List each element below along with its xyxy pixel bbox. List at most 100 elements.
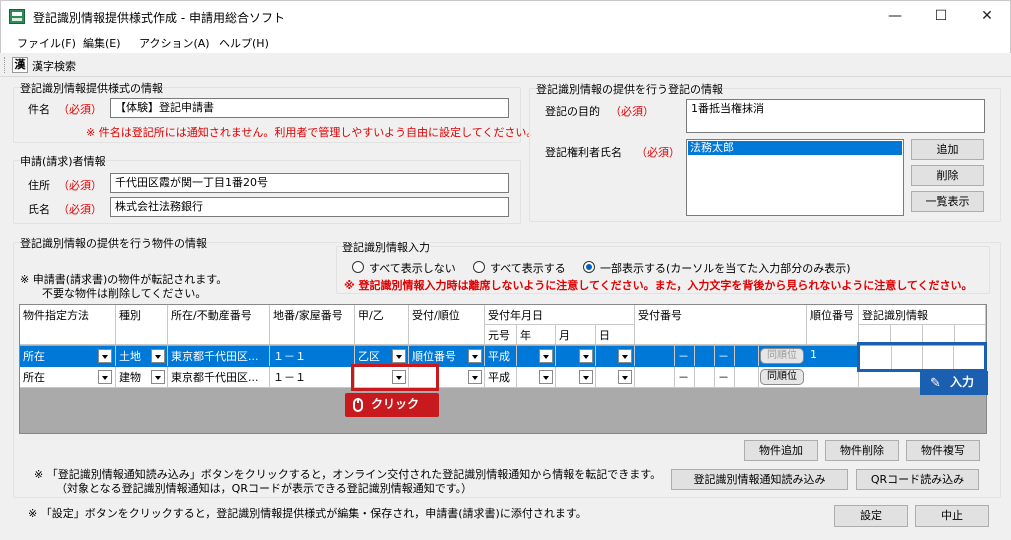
row1-number-2[interactable] (695, 346, 715, 366)
col-method: 物件指定方法 (20, 305, 116, 345)
chevron-down-icon[interactable] (151, 349, 165, 363)
col-kind: 種別 (116, 305, 168, 345)
chevron-down-icon[interactable] (151, 370, 165, 384)
radio-show-all-label[interactable]: すべて表示する (490, 260, 566, 276)
col-month: 月 (556, 325, 596, 345)
purpose-required: （必須） (610, 105, 654, 118)
chevron-down-icon[interactable] (98, 349, 112, 363)
row1-dash-1: － (675, 346, 695, 366)
id-info-input-row1[interactable] (860, 346, 984, 369)
property-title: 登記識別情報の提供を行う物件の情報 (20, 235, 207, 251)
purpose-label: 登記の目的 (545, 105, 600, 118)
address-label: 住所 (28, 179, 50, 192)
click-callout: クリック (345, 393, 439, 417)
copy-property-button[interactable]: 物件複写 (906, 440, 980, 461)
chevron-down-icon[interactable] (539, 370, 553, 384)
kanji-search-button[interactable]: 漢字検索 (32, 58, 76, 74)
menu-help[interactable]: ヘルプ(H) (219, 35, 269, 51)
col-number: 受付番号 (635, 305, 807, 345)
row1-number-1[interactable] (635, 346, 675, 366)
input-warning: ※ 登記識別情報入力時は離席しないように注意してください。また，入力文字を背後か… (344, 279, 973, 292)
chevron-down-icon[interactable] (579, 370, 593, 384)
row1-era[interactable]: 平成 (485, 346, 517, 366)
holder-list-button[interactable]: 一覧表示 (911, 191, 984, 212)
read-note-2: （対象となる登記識別情報通知は，QRコードが表示できる登記識別情報通知です。） (56, 482, 473, 495)
registration-title: 登記識別情報の提供を行う登記の情報 (536, 81, 723, 97)
row2-location[interactable]: 東京都千代田区... (168, 367, 270, 387)
row2-rank[interactable] (807, 367, 859, 387)
subject-input[interactable]: 【体験】登記申請書 (110, 98, 509, 118)
row2-same-rank-button[interactable]: 同順位 (760, 369, 804, 385)
click-callout-label: クリック (371, 397, 420, 411)
input-mode-title: 登記識別情報入力 (342, 239, 430, 255)
chevron-down-icon[interactable] (468, 370, 482, 384)
toolbar-grip (4, 57, 7, 73)
read-qr-button[interactable]: QRコード読み込み (856, 469, 979, 490)
add-property-button[interactable]: 物件追加 (744, 440, 818, 461)
menu-file[interactable]: ファイル(F) (17, 35, 76, 51)
row2-dash-2: － (715, 367, 735, 387)
minimize-button[interactable]: — (872, 1, 918, 32)
row2-number-3[interactable] (735, 367, 759, 387)
chevron-down-icon[interactable] (618, 370, 632, 384)
chevron-down-icon[interactable] (392, 349, 406, 363)
subject-label: 件名 (28, 103, 50, 116)
toolbar: 漢 漢字検索 (0, 53, 1011, 77)
applicant-name-input[interactable]: 株式会社法務銀行 (110, 197, 509, 217)
applicant-name-label: 氏名 (28, 203, 50, 216)
chevron-down-icon[interactable] (579, 349, 593, 363)
form-info-title: 登記識別情報提供様式の情報 (20, 80, 163, 96)
row2-dash-1: － (675, 367, 695, 387)
close-button[interactable]: ✕ (964, 1, 1010, 32)
menu-edit[interactable]: 編集(E) (83, 35, 121, 51)
purpose-input[interactable]: 1番抵当権抹消 (686, 99, 985, 133)
chevron-down-icon[interactable] (618, 349, 632, 363)
chevron-down-icon[interactable] (468, 349, 482, 363)
chevron-down-icon[interactable] (539, 349, 553, 363)
subject-required: （必須） (58, 103, 102, 116)
holder-list-item[interactable]: 法務太郎 (688, 141, 902, 155)
row1-dash-2: － (715, 346, 735, 366)
radio-hide-all[interactable] (352, 261, 364, 273)
kanji-icon[interactable]: 漢 (12, 57, 28, 73)
col-rank: 順位番号 (807, 305, 859, 345)
col-id-info: 登記識別情報 (859, 305, 986, 325)
holder-label: 登記権利者氏名 (545, 146, 622, 159)
window-title: 登記識別情報提供様式作成 - 申請用総合ソフト (33, 11, 285, 25)
table-row[interactable]: 所在 建物 東京都千代田区... １－１ 平成 － － 同順位 (20, 367, 986, 388)
chevron-down-icon[interactable] (98, 370, 112, 384)
holder-add-button[interactable]: 追加 (911, 139, 984, 160)
holder-required: （必須） (636, 146, 680, 159)
read-notice-button[interactable]: 登記識別情報通知読み込み (671, 469, 848, 490)
radio-show-partial[interactable] (583, 261, 595, 273)
radio-hide-all-label[interactable]: すべて表示しない (369, 260, 456, 276)
row1-number-3[interactable] (735, 346, 759, 366)
row2-era[interactable]: 平成 (485, 367, 517, 387)
radio-show-partial-label[interactable]: 一部表示する(カーソルを当てた入力部分のみ表示) (600, 260, 851, 276)
menu-action[interactable]: アクション(A) (139, 35, 210, 51)
applicant-name-required: （必須） (58, 203, 102, 216)
table-row[interactable]: 所在 土地 東京都千代田区... １－１ 乙区 順位番号 平成 － － 同順位 … (20, 346, 986, 367)
address-input[interactable]: 千代田区霞が関一丁目1番20号 (110, 173, 509, 193)
app-icon (9, 9, 25, 24)
row1-lot[interactable]: １－１ (270, 346, 355, 366)
menu-bar: ファイル(F) 編集(E) アクション(A) ヘルプ(H) (0, 31, 1011, 53)
holder-delete-button[interactable]: 削除 (911, 165, 984, 186)
property-grid[interactable]: 物件指定方法 種別 所在/不動産番号 地番/家屋番号 甲/乙 受付/順位 受付年… (19, 304, 987, 434)
row1-same-rank-button[interactable]: 同順位 (760, 348, 804, 364)
settings-button[interactable]: 設定 (834, 505, 908, 527)
row2-number-1[interactable] (635, 367, 675, 387)
input-callout: ✎ 入力 (920, 371, 988, 395)
row2-number-2[interactable] (695, 367, 715, 387)
row1-rank[interactable]: 1 (807, 346, 859, 366)
row2-lot[interactable]: １－１ (270, 367, 355, 387)
holder-listbox[interactable]: 法務太郎 (686, 139, 904, 216)
maximize-button[interactable]: ☐ (918, 1, 964, 32)
cancel-button[interactable]: 中止 (915, 505, 989, 527)
col-reception: 受付/順位 (409, 305, 485, 345)
col-lot: 地番/家屋番号 (270, 305, 355, 345)
subject-note: ※ 件名は登記所には通知されません。利用者で管理しやすいよう自由に設定してくださ… (86, 126, 538, 139)
row1-location[interactable]: 東京都千代田区... (168, 346, 270, 366)
delete-property-button[interactable]: 物件削除 (825, 440, 899, 461)
radio-show-all[interactable] (473, 261, 485, 273)
